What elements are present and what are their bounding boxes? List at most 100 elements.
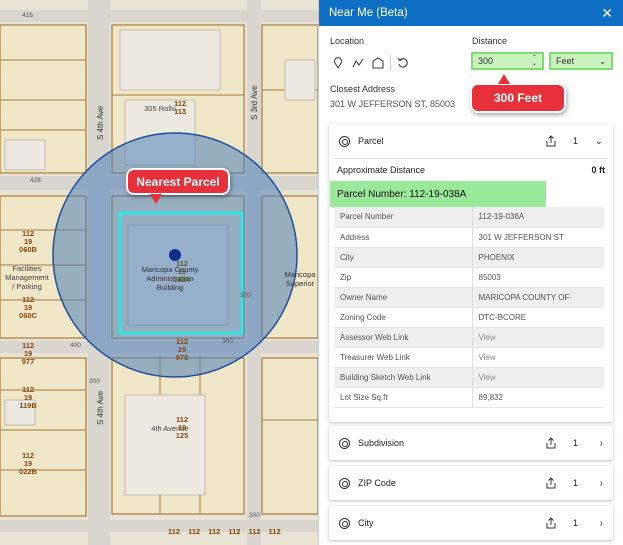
callout-300-feet: 300 Feet — [470, 74, 566, 113]
parcel-number-highlight: Parcel Number: 112-19-038A — [330, 181, 546, 207]
attr-value: 89,832 — [472, 387, 604, 408]
building-sketch-view-link[interactable]: View — [472, 367, 604, 388]
table-row: Zip 85003 — [334, 267, 604, 288]
bottom-parcel-label: 112 — [168, 527, 181, 536]
bottom-parcel-label: 112 — [208, 527, 221, 536]
table-row: Lot Size Sq.ft 89,832 — [334, 387, 604, 408]
attr-key: Building Sketch Web Link — [334, 367, 473, 388]
chevron-up-icon[interactable]: ⌄ — [593, 136, 603, 147]
card-city[interactable]: City 1 › — [329, 506, 613, 540]
street-s3rd-ave: S 3rd Ave — [250, 85, 259, 120]
card-zip-code[interactable]: ZIP Code 1 › — [329, 466, 613, 500]
map-view[interactable]: 416 428 400 300 300 300 300 S 4th Ave S … — [0, 0, 318, 545]
card-parcel: Parcel 1 ⌄ Approximate Distance 0 ft Par… — [329, 124, 613, 422]
distance-label: Distance — [472, 36, 508, 46]
card-city-count: 1 — [573, 518, 579, 528]
parcel-label-038a: 112 19 038A — [173, 259, 191, 284]
card-parcel-title: Parcel — [358, 136, 384, 146]
table-row: Building Sketch Web Link View — [334, 367, 604, 388]
building-label-rollo: 305 Rollo — [144, 104, 176, 113]
bottom-parcel-label: 112 — [188, 527, 201, 536]
table-row: Treasurer Web Link View — [334, 347, 604, 368]
table-row: Zoning Code DTC-BCORE — [334, 307, 604, 328]
polyline-icon[interactable] — [350, 55, 366, 71]
share-icon[interactable] — [545, 437, 557, 449]
attr-key: Assessor Web Link — [334, 327, 473, 348]
attr-key: Address — [334, 227, 473, 248]
attribute-table: Parcel Number 112-19-038A Address 301 W JE… — [334, 207, 604, 408]
bottom-parcel-label: 112 — [268, 527, 281, 536]
share-icon[interactable] — [545, 477, 557, 489]
treasurer-view-link[interactable]: View — [472, 347, 604, 368]
building-label-4th-avenue: 4th Avenue — [151, 424, 189, 433]
approx-distance-label: Approximate Distance — [337, 165, 426, 175]
card-zip-code-title: ZIP Code — [358, 478, 396, 488]
parcel-label-978: 112 19 978 — [175, 337, 189, 362]
callout-tail — [150, 194, 162, 204]
reset-icon[interactable] — [395, 55, 411, 71]
share-icon[interactable] — [545, 135, 557, 147]
distance-input-value: 300 — [478, 56, 494, 66]
address-number-300-b: 300 — [89, 378, 100, 385]
panel-title: Near Me (Beta) — [329, 7, 408, 19]
near-me-panel: Near Me (Beta) ✕ Location Distance 300 ⌃… — [318, 0, 623, 545]
table-row: Parcel Number 112-19-038A — [334, 207, 604, 228]
attr-key: Parcel Number — [334, 207, 473, 228]
attr-value: 85003 — [472, 267, 604, 288]
address-number-400: 400 — [70, 342, 81, 349]
card-city-header[interactable]: City 1 › — [329, 506, 613, 540]
street-s4th-ave-bottom: S 4th Ave — [96, 390, 105, 425]
location-label: Location — [330, 36, 365, 46]
closest-address-value: 301 W JEFFERSON ST, 85003 — [330, 99, 456, 109]
point-pin-icon[interactable] — [330, 55, 346, 71]
building-label-facilities: Facilities Management / Parking — [5, 264, 49, 291]
attr-value: 112-19-038A — [472, 207, 604, 228]
callout-tail — [498, 74, 510, 84]
table-row: Owner Name MARICOPA COUNTY OF — [334, 287, 604, 308]
chevron-right-icon[interactable]: › — [593, 518, 603, 529]
attr-value: 301 W JEFFERSON ST — [472, 227, 604, 248]
attr-key: City — [334, 247, 473, 268]
card-zip-code-count: 1 — [573, 478, 579, 488]
address-number-300-c: 300 — [240, 292, 251, 299]
attr-key: Zip — [334, 267, 473, 288]
parcel-label-977: 112 19 977 — [21, 341, 35, 366]
address-number-428: 428 — [30, 177, 41, 184]
card-subdivision[interactable]: Subdivision 1 › — [329, 426, 613, 460]
close-icon[interactable]: ✕ — [601, 5, 613, 22]
polygon-icon[interactable] — [370, 55, 386, 71]
attr-value: DTC-BCORE — [472, 307, 604, 328]
chevron-down-icon: ⌄ — [599, 56, 606, 66]
chevron-right-icon[interactable]: › — [593, 438, 603, 449]
street-s4th-ave-top: S 4th Ave — [96, 105, 105, 140]
card-subdivision-header[interactable]: Subdivision 1 › — [329, 426, 613, 460]
share-icon[interactable] — [545, 517, 557, 529]
attr-value: MARICOPA COUNTY OF — [472, 287, 604, 308]
attr-key: Lot Size Sq.ft — [334, 387, 473, 408]
stepper-icon[interactable]: ⌃ ⌄ — [532, 55, 537, 67]
address-number-416: 416 — [22, 12, 33, 19]
unit-select-value: Feet — [556, 56, 575, 66]
building-label-superior: Maricopa Superior — [284, 270, 316, 288]
parcel-label-060b: 112 19 060B — [19, 229, 37, 254]
attr-key: Owner Name — [334, 287, 473, 308]
target-icon — [339, 477, 350, 489]
panel-header: Near Me (Beta) ✕ — [319, 0, 623, 26]
chevron-right-icon[interactable]: › — [593, 478, 603, 489]
table-row: City PHOENIX — [334, 247, 604, 268]
approx-distance-row: Approximate Distance 0 ft — [329, 159, 613, 181]
location-tools — [330, 55, 411, 71]
bottom-parcel-labels: 112 112 112 112 112 112 — [168, 528, 318, 536]
target-icon — [339, 135, 350, 147]
card-zip-code-header[interactable]: ZIP Code 1 › — [329, 466, 613, 500]
callout-nearest-parcel: Nearest Parcel — [126, 168, 230, 204]
bottom-parcel-label: 112 — [228, 527, 241, 536]
card-parcel-header[interactable]: Parcel 1 ⌄ — [329, 124, 613, 158]
unit-select[interactable]: Feet ⌄ — [549, 52, 613, 70]
card-parcel-count: 1 — [573, 136, 579, 146]
assessor-view-link[interactable]: View — [472, 327, 604, 348]
attr-key: Treasurer Web Link — [334, 347, 473, 368]
card-city-title: City — [358, 518, 374, 528]
target-icon — [339, 437, 350, 449]
distance-input[interactable]: 300 ⌃ ⌄ — [471, 52, 544, 70]
